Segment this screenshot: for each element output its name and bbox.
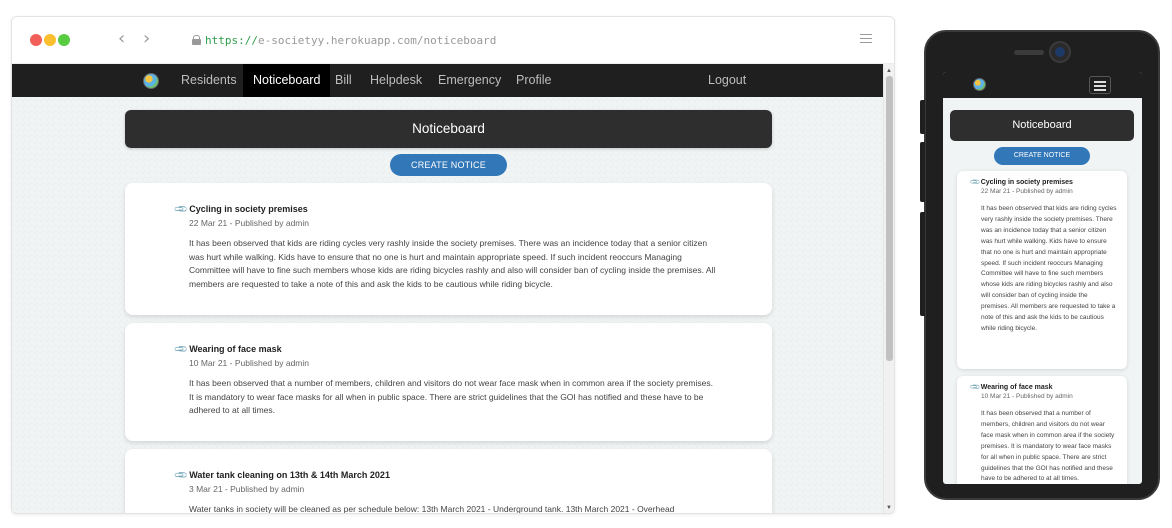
- notice-meta: 22 Mar 21 - Published by admin: [189, 218, 310, 228]
- notice-title: 📎Water tank cleaning on 13th & 14th Marc…: [174, 468, 390, 484]
- hamburger-menu-icon[interactable]: [1089, 76, 1111, 94]
- notice-body: It has been observed that kids are ridin…: [981, 205, 1117, 332]
- notice-body: It has been observed that a number of me…: [981, 410, 1115, 483]
- notice-title: 📎Wearing of face mask: [969, 381, 1053, 393]
- scroll-down-icon[interactable]: ▼: [886, 504, 892, 512]
- page-scrollbar[interactable]: ▲ ▼: [883, 64, 894, 513]
- nav-item-bill[interactable]: Bill: [325, 64, 362, 97]
- back-arrow-icon[interactable]: ‹: [118, 29, 125, 49]
- notice-meta: 3 Mar 21 - Published by admin: [189, 484, 305, 494]
- address-bar[interactable]: https://e-societyy.herokuapp.com/noticeb…: [192, 33, 496, 49]
- nav-item-logout[interactable]: Logout: [698, 64, 756, 97]
- paperclip-icon: 📎: [174, 202, 190, 218]
- desktop-browser-window: ‹ › https://e-societyy.herokuapp.com/not…: [11, 16, 895, 514]
- phone-speaker: [1014, 50, 1044, 55]
- phone-side-button: [920, 142, 925, 202]
- nav-item-noticeboard[interactable]: Noticeboard: [243, 64, 331, 97]
- notice-meta: 22 Mar 21 - Published by admin: [981, 188, 1073, 195]
- mobile-phone-frame: Noticeboard CREATE NOTICE 📎Cycling in so…: [920, 30, 1160, 500]
- window-minimize-dot-icon[interactable]: [44, 34, 56, 46]
- phone-side-button: [920, 212, 925, 316]
- notice-title: 📎Cycling in society premises: [969, 176, 1073, 188]
- paperclip-icon: 📎: [174, 468, 190, 484]
- url-scheme: https://: [205, 34, 258, 47]
- notice-title: 📎Wearing of face mask: [174, 342, 282, 358]
- browser-toolbar: ‹ › https://e-societyy.herokuapp.com/not…: [12, 17, 894, 64]
- nav-item-residents[interactable]: Residents: [171, 64, 247, 97]
- create-notice-button[interactable]: CREATE NOTICE: [390, 154, 507, 176]
- mobile-screen: Noticeboard CREATE NOTICE 📎Cycling in so…: [943, 72, 1142, 484]
- nav-item-helpdesk[interactable]: Helpdesk: [360, 64, 432, 97]
- window-close-dot-icon[interactable]: [30, 34, 42, 46]
- page-viewport: Residents Noticeboard Bill Helpdesk Emer…: [12, 64, 885, 514]
- paperclip-icon: 📎: [969, 176, 982, 188]
- mobile-navbar: [943, 72, 1142, 98]
- nav-item-profile[interactable]: Profile: [506, 64, 561, 97]
- notice-meta: 10 Mar 21 - Published by admin: [189, 358, 310, 368]
- top-navbar: Residents Noticeboard Bill Helpdesk Emer…: [12, 64, 885, 97]
- mobile-page-title: Noticeboard: [950, 110, 1134, 141]
- notice-title: 📎Cycling in society premises: [174, 202, 308, 218]
- phone-volume-button: [920, 100, 925, 134]
- mobile-notice-card: 📎Wearing of face mask 10 Mar 21 - Publis…: [957, 376, 1127, 484]
- notice-card: 📎Water tank cleaning on 13th & 14th Marc…: [125, 449, 772, 514]
- notice-body: It has been observed that a number of me…: [189, 378, 713, 415]
- notice-card: 📎Cycling in society premises 22 Mar 21 -…: [125, 183, 772, 315]
- url-path: e-societyy.herokuapp.com/noticeboard: [257, 34, 497, 47]
- paperclip-icon: 📎: [969, 381, 982, 393]
- notice-card: 📎Wearing of face mask 10 Mar 21 - Publis…: [125, 323, 772, 441]
- paperclip-icon: 📎: [174, 342, 190, 358]
- society-logo-icon[interactable]: [143, 73, 159, 89]
- phone-camera-icon: [1049, 41, 1071, 63]
- lock-icon: [192, 35, 201, 45]
- notice-body: Water tanks in society will be cleaned a…: [189, 504, 675, 514]
- notice-meta: 10 Mar 21 - Published by admin: [981, 393, 1073, 400]
- window-maximize-dot-icon[interactable]: [58, 34, 70, 46]
- scrollbar-thumb[interactable]: [886, 76, 893, 361]
- society-logo-icon[interactable]: [973, 78, 986, 91]
- scroll-up-icon[interactable]: ▲: [886, 67, 892, 75]
- notice-body: It has been observed that kids are ridin…: [189, 238, 716, 289]
- mobile-notice-card: 📎Cycling in society premises 22 Mar 21 -…: [957, 171, 1127, 369]
- mobile-create-notice-button[interactable]: CREATE NOTICE: [994, 147, 1090, 165]
- page-title: Noticeboard: [125, 110, 772, 148]
- browser-settings-icon[interactable]: [860, 34, 872, 45]
- nav-item-emergency[interactable]: Emergency: [428, 64, 511, 97]
- forward-arrow-icon[interactable]: ›: [143, 29, 150, 49]
